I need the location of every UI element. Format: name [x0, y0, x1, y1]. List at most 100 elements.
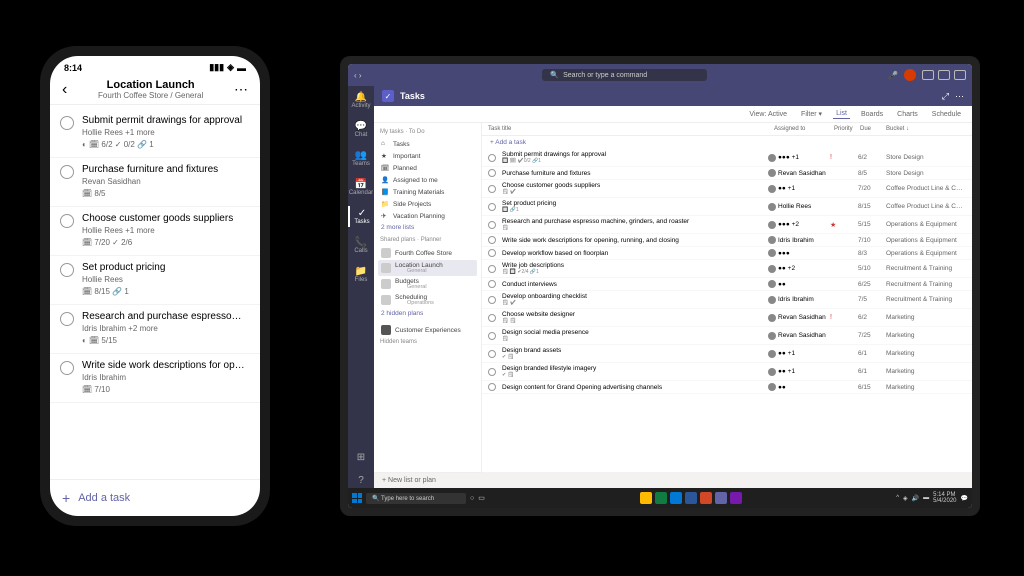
tab-charts[interactable]: Charts — [894, 110, 921, 119]
table-row[interactable]: Design brand assets ✔ 🗒 ●● +1 6/1 Market… — [482, 345, 972, 363]
tb-excel-icon[interactable] — [655, 492, 667, 504]
mic-icon[interactable]: 🎤 — [888, 71, 898, 80]
cortana-icon[interactable]: ○ — [470, 495, 474, 502]
filter-dropdown[interactable]: Filter ▾ — [798, 109, 825, 119]
minimize-button[interactable] — [922, 70, 934, 80]
user-avatar[interactable] — [904, 69, 916, 81]
more-icon[interactable]: ⋯ — [230, 81, 252, 98]
task-item[interactable]: Submit permit drawings for approval Holl… — [50, 109, 260, 158]
row-checkbox[interactable] — [488, 368, 496, 376]
sidebar-item-training materials[interactable]: 📘Training Materials — [378, 186, 477, 198]
table-row[interactable]: Write side work descriptions for opening… — [482, 234, 972, 247]
row-checkbox[interactable] — [488, 236, 496, 244]
col-due[interactable]: Due — [860, 126, 886, 132]
back-icon[interactable]: ‹ — [58, 81, 71, 99]
customer-experiences-team[interactable]: Customer Experiences — [378, 323, 477, 337]
tb-onenote-icon[interactable] — [730, 492, 742, 504]
table-row[interactable]: Develop workflow based on floorplan ●●● … — [482, 247, 972, 260]
table-row[interactable]: Choose website designer 🗒 🗒 Revan Sasidh… — [482, 309, 972, 327]
row-checkbox[interactable] — [488, 203, 496, 211]
row-checkbox[interactable] — [488, 221, 496, 229]
rail-calendar[interactable]: 📅Calendar — [348, 177, 374, 198]
task-checkbox[interactable] — [60, 312, 74, 326]
tab-list[interactable]: List — [833, 109, 850, 119]
task-item[interactable]: Write side work descriptions for op… Idr… — [50, 354, 260, 403]
task-checkbox[interactable] — [60, 165, 74, 179]
sidebar-item-side projects[interactable]: 📁Side Projects — [378, 198, 477, 210]
tb-edge-icon[interactable] — [670, 492, 682, 504]
table-row[interactable]: Design branded lifestyle imagery ✔ 🗒 ●● … — [482, 363, 972, 381]
tray-notif-icon[interactable]: 💬 — [961, 495, 968, 502]
tab-boards[interactable]: Boards — [858, 110, 886, 119]
tb-teams-icon[interactable] — [715, 492, 727, 504]
task-item[interactable]: Choose customer goods suppliers Hollie R… — [50, 207, 260, 256]
hidden-plans-link[interactable]: 2 hidden plans — [378, 308, 477, 319]
task-checkbox[interactable] — [60, 214, 74, 228]
table-row[interactable]: Set product pricing 🔲 🔗1 Hollie Rees 8/1… — [482, 198, 972, 216]
plan-budgets[interactable]: BudgetsGeneral — [378, 276, 477, 292]
table-row[interactable]: Choose customer goods suppliers 🗒 ✔ ●● +… — [482, 180, 972, 198]
rail-teams[interactable]: 👥Teams — [348, 148, 374, 169]
sidebar-item-vacation planning[interactable]: ✈Vacation Planning — [378, 210, 477, 222]
close-button[interactable] — [954, 70, 966, 80]
add-task-button[interactable]: + Add a task — [50, 479, 260, 516]
rail-activity[interactable]: 🔔Activity — [348, 90, 374, 111]
tray-sound-icon[interactable]: 🔊 — [912, 495, 919, 502]
table-row[interactable]: Submit permit drawings for approval 🔲 🗓 … — [482, 149, 972, 167]
col-priority[interactable]: Priority — [834, 126, 860, 132]
maximize-button[interactable] — [938, 70, 950, 80]
table-row[interactable]: Design social media presence 🗒 Revan Sas… — [482, 327, 972, 345]
tb-ppt-icon[interactable] — [700, 492, 712, 504]
task-item[interactable]: Set product pricing Hollie Rees 🗓 8/15 🔗… — [50, 256, 260, 305]
row-checkbox[interactable] — [488, 169, 496, 177]
sidebar-item-tasks[interactable]: ⌂Tasks — [378, 138, 477, 150]
tb-word-icon[interactable] — [685, 492, 697, 504]
start-button[interactable] — [352, 493, 362, 503]
rail-calls[interactable]: 📞Calls — [348, 235, 374, 256]
tray-battery-icon[interactable]: ▬ — [923, 495, 929, 501]
task-item[interactable]: Purchase furniture and fixtures Revan Sa… — [50, 158, 260, 207]
row-checkbox[interactable] — [488, 296, 496, 304]
task-item[interactable]: Research and purchase espresso… Idris Ib… — [50, 305, 260, 354]
task-checkbox[interactable] — [60, 263, 74, 277]
row-checkbox[interactable] — [488, 280, 496, 288]
table-row[interactable]: Develop onboarding checklist 🗒 ✔ Idris I… — [482, 291, 972, 309]
table-row[interactable]: Research and purchase espresso machine, … — [482, 216, 972, 234]
table-row[interactable]: Design content for Grand Opening adverti… — [482, 381, 972, 394]
row-checkbox[interactable] — [488, 154, 496, 162]
table-row[interactable]: Purchase furniture and fixtures Revan Sa… — [482, 167, 972, 180]
view-dropdown[interactable]: View: Active — [746, 110, 790, 119]
col-assigned[interactable]: Assigned to — [774, 126, 834, 132]
plan-fourth coffee store[interactable]: Fourth Coffee Store — [378, 246, 477, 260]
tb-folder-icon[interactable] — [640, 492, 652, 504]
app-more-icon[interactable]: ⋯ — [955, 91, 964, 102]
rail-help[interactable]: ? — [348, 473, 374, 488]
windows-search[interactable]: 🔍 Type here to search — [366, 493, 466, 504]
row-checkbox[interactable] — [488, 350, 496, 358]
taskview-icon[interactable]: ▭ — [478, 494, 485, 502]
row-checkbox[interactable] — [488, 185, 496, 193]
row-checkbox[interactable] — [488, 314, 496, 322]
rail-apps[interactable]: ⊞ — [348, 450, 374, 465]
plan-location launch[interactable]: Location LaunchGeneral — [378, 260, 477, 276]
sidebar-item-assigned to me[interactable]: 👤Assigned to me — [378, 174, 477, 186]
tray-time[interactable]: 5:14 PM5/4/2020 — [933, 492, 956, 504]
tab-schedule[interactable]: Schedule — [929, 110, 964, 119]
col-title[interactable]: Task title — [488, 126, 774, 132]
rail-tasks[interactable]: ✓Tasks — [348, 206, 374, 227]
row-checkbox[interactable] — [488, 249, 496, 257]
row-checkbox[interactable] — [488, 332, 496, 340]
row-checkbox[interactable] — [488, 383, 496, 391]
rail-files[interactable]: 📁Files — [348, 264, 374, 285]
col-bucket[interactable]: Bucket ↓ — [886, 126, 966, 132]
sidebar-item-planned[interactable]: 🗓Planned — [378, 162, 477, 174]
add-task-row[interactable]: + Add a task — [482, 136, 972, 149]
new-list-button[interactable]: + New list or plan — [374, 472, 482, 488]
table-row[interactable]: Write job descriptions 🗒 🔲 ✔2/4 🔗1 ●● +2… — [482, 260, 972, 278]
sidebar-item-important[interactable]: ★Important — [378, 150, 477, 162]
plan-scheduling[interactable]: SchedulingOperations — [378, 292, 477, 308]
more-lists-link[interactable]: 2 more lists — [378, 222, 477, 233]
task-checkbox[interactable] — [60, 116, 74, 130]
command-search[interactable]: 🔍 Search or type a command — [542, 69, 707, 81]
table-row[interactable]: Conduct interviews ●● 6/25 Recruitment &… — [482, 278, 972, 291]
